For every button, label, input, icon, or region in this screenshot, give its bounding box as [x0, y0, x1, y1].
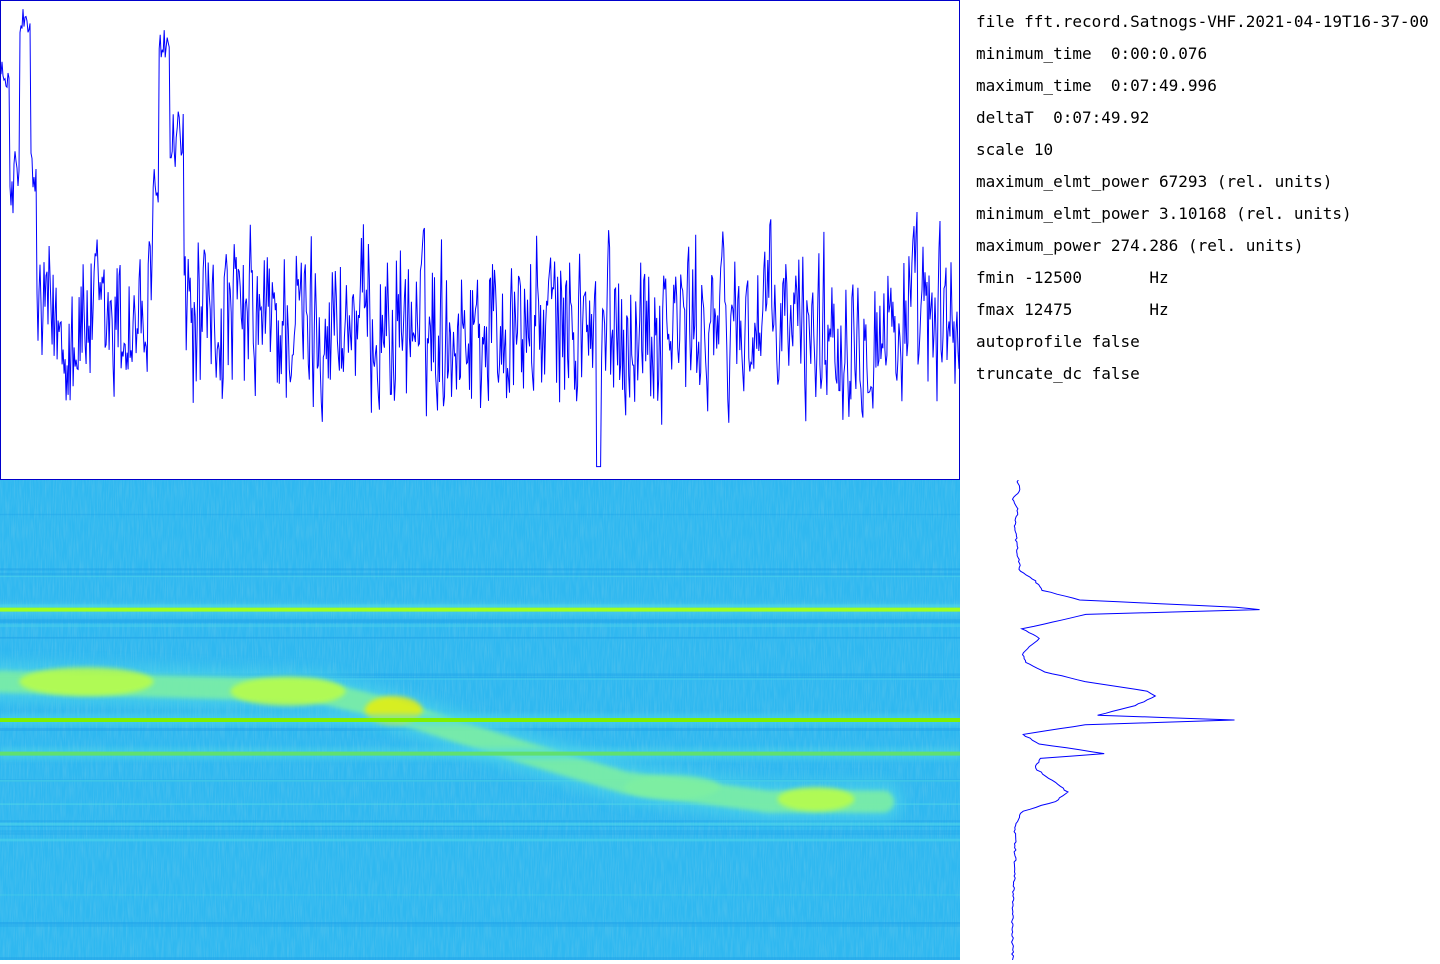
info-value: 0:00:0.076: [1110, 44, 1208, 63]
info-value: 274.286 (rel. units): [1110, 236, 1304, 255]
frequency-profile-svg: [1011, 479, 1260, 961]
frequency-profile-series-line: [1011, 479, 1260, 961]
info-key: deltaT: [976, 108, 1034, 127]
info-key: maximum_elmt_power: [976, 172, 1150, 191]
waterfall-band: [0, 779, 960, 782]
info-key: scale: [976, 140, 1025, 159]
doppler-trace-blob: [19, 667, 154, 696]
waterfall-band: [0, 825, 960, 827]
info-panel: file fft.record.Satnogs-VHF.2021-04-19T1…: [976, 8, 1440, 388]
info-value: 67293 (rel. units): [1159, 172, 1333, 191]
waterfall-band: [0, 957, 960, 960]
info-line-fmin: fmin -12500 Hz: [976, 264, 1440, 296]
waterfall-band: [0, 832, 960, 835]
waterfall-band: [0, 894, 960, 896]
waterfall-band: [0, 619, 960, 621]
doppler-trace-blob: [624, 775, 720, 800]
waterfall-band: [0, 572, 960, 576]
waterfall-band: [0, 513, 960, 516]
carrier-line: [0, 751, 960, 756]
info-key: file: [976, 12, 1015, 31]
info-value: 0:07:49.92: [1053, 108, 1150, 127]
info-line-truncate-dc: truncate_dc false: [976, 360, 1440, 388]
info-line-maximum-elmt-power: maximum_elmt_power 67293 (rel. units): [976, 168, 1440, 200]
waterfall-band: [0, 838, 960, 842]
info-key: maximum_time: [976, 76, 1092, 95]
doppler-trace-blob: [230, 676, 346, 706]
info-line-maximum-power: maximum_power 274.286 (rel. units): [976, 232, 1440, 264]
info-value: fft.record.Satnogs-VHF.2021-04-19T16-37-…: [1024, 12, 1429, 31]
info-value: -12500 Hz: [1024, 268, 1169, 287]
time-profile-svg: [1, 9, 959, 468]
waterfall-svg: [0, 480, 960, 960]
waterfall-band: [0, 925, 960, 927]
time-profile-plot: [0, 0, 960, 480]
doppler-trace-blob: [777, 787, 855, 812]
info-line-deltaT: deltaT 0:07:49.92: [976, 104, 1440, 136]
info-line-scale: scale 10: [976, 136, 1440, 168]
info-key: minimum_elmt_power: [976, 204, 1150, 223]
info-line-fmax: fmax 12475 Hz: [976, 296, 1440, 328]
info-value: 0:07:49.996: [1110, 76, 1217, 95]
carrier-line: [0, 607, 960, 612]
info-value: 10: [1033, 140, 1054, 159]
info-key: truncate_dc: [976, 364, 1082, 383]
carrier-line: [0, 718, 960, 722]
info-line-maximum-time: maximum_time 0:07:49.996: [976, 72, 1440, 104]
info-line-minimum-time: minimum_time 0:00:0.076: [976, 40, 1440, 72]
info-key: fmin: [976, 268, 1015, 287]
info-key: fmax: [976, 300, 1015, 319]
waterfall-band: [0, 922, 960, 925]
info-key: maximum_power: [976, 236, 1102, 255]
info-value: 3.10168 (rel. units): [1159, 204, 1352, 223]
waterfall-band: [0, 636, 960, 639]
info-key: minimum_time: [976, 44, 1092, 63]
info-line-file: file fft.record.Satnogs-VHF.2021-04-19T1…: [976, 8, 1440, 40]
waterfall-band: [0, 822, 960, 826]
waterfall-band: [0, 620, 960, 623]
info-key: autoprofile: [976, 332, 1082, 351]
info-line-autoprofile: autoprofile false: [976, 328, 1440, 360]
info-value: 12475 Hz: [1024, 300, 1169, 319]
waterfall-spectrogram: [0, 480, 960, 960]
frequency-profile-plot: [960, 479, 1440, 961]
waterfall-band: [0, 568, 960, 571]
info-value: false: [1091, 332, 1140, 351]
info-line-minimum-elmt-power: minimum_elmt_power 3.10168 (rel. units): [976, 200, 1440, 232]
info-value: false: [1091, 364, 1140, 383]
waterfall-band: [0, 830, 960, 833]
time-profile-series-line: [1, 9, 959, 468]
waterfall-band: [0, 624, 960, 628]
